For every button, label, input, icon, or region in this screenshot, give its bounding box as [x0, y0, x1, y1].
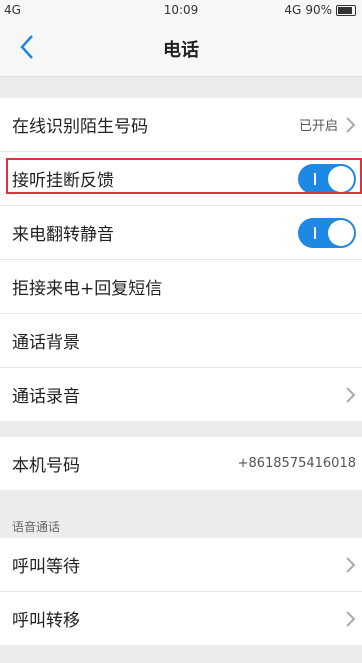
settings-group: 在线识别陌生号码 已开启 接听挂断反馈 来电翻转静音 拒接来电+回复短信 通话背… — [0, 98, 362, 421]
row-call-forwarding[interactable]: 呼叫转移 — [0, 592, 362, 645]
chevron-right-icon — [346, 386, 356, 403]
chevron-right-icon — [346, 116, 356, 133]
toggle-on-mark — [314, 172, 316, 185]
row-answer-hangup-feedback: 接听挂断反馈 — [0, 152, 362, 206]
voice-call-group: 呼叫等待 呼叫转移 — [0, 538, 362, 645]
row-stranger-id[interactable]: 在线识别陌生号码 已开启 — [0, 98, 362, 152]
row-label: 本机号码 — [12, 456, 80, 476]
battery-icon — [336, 4, 356, 16]
row-label: 通话录音 — [12, 387, 80, 407]
chevron-right-icon — [346, 610, 356, 627]
toggle-switch[interactable] — [298, 163, 356, 194]
row-label: 呼叫等待 — [12, 557, 80, 577]
section-header-voice-call: 语音通话 — [0, 514, 362, 538]
row-call-waiting[interactable]: 呼叫等待 — [0, 538, 362, 592]
row-reject-reply-sms[interactable]: 拒接来电+回复短信 — [0, 260, 362, 314]
row-label: 在线识别陌生号码 — [12, 117, 148, 137]
toggle-knob — [328, 165, 354, 192]
chevron-right-icon — [346, 556, 356, 573]
row-flip-to-mute: 来电翻转静音 — [0, 206, 362, 260]
row-call-background[interactable]: 通话背景 — [0, 314, 362, 368]
phone-number-group: 本机号码 +8618575416018 — [0, 437, 362, 490]
navigation-bar: 电话 — [0, 22, 362, 77]
section-header-label: 语音通话 — [12, 520, 61, 534]
row-label: 拒接来电+回复短信 — [12, 279, 163, 299]
status-right: 4G 90% — [284, 3, 356, 17]
status-bar: 4G 10:09 4G 90% — [0, 0, 362, 22]
toggle-on-mark — [314, 226, 316, 239]
row-label: 通话背景 — [12, 333, 80, 353]
row-phone-number: 本机号码 +8618575416018 — [0, 437, 362, 490]
page-title: 电话 — [163, 40, 199, 61]
phone-number-value: +8618575416018 — [237, 456, 356, 471]
network-indicator: 4G — [284, 3, 302, 17]
row-label: 呼叫转移 — [12, 611, 80, 631]
toggle-knob — [328, 219, 354, 246]
battery-percent: 90% — [305, 3, 332, 17]
row-label: 来电翻转静音 — [12, 225, 114, 245]
row-value: 已开启 — [298, 119, 338, 134]
row-call-recording[interactable]: 通话录音 — [0, 368, 362, 421]
toggle-switch[interactable] — [298, 217, 356, 248]
row-label: 接听挂断反馈 — [12, 171, 114, 191]
